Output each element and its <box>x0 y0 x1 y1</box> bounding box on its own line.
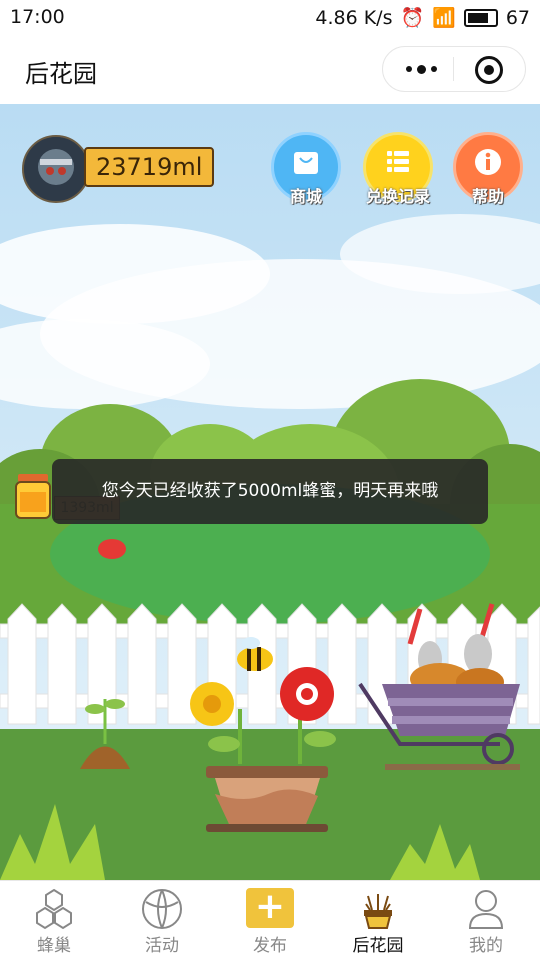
plant-pot-icon <box>364 894 392 929</box>
status-time: 17:00 <box>10 6 65 28</box>
info-icon <box>475 149 501 175</box>
help-button[interactable]: 帮助 <box>453 132 523 206</box>
close-miniprogram-button[interactable] <box>475 56 503 84</box>
avatar[interactable] <box>22 135 90 203</box>
list-icon <box>387 151 409 172</box>
battery-icon <box>463 8 498 27</box>
jar-icon <box>15 474 51 519</box>
more-menu-button[interactable] <box>401 54 441 84</box>
tab-mine-label: 我的 <box>469 936 503 956</box>
status-icons: 4.86 K/s ⏰ 📶 67 <box>315 6 530 30</box>
honey-jar[interactable] <box>14 474 52 520</box>
plus-icon: + <box>246 888 294 928</box>
help-label: 帮助 <box>471 187 504 206</box>
shop-label: 商城 <box>289 187 322 206</box>
network-speed: 4.86 K/s <box>315 6 393 29</box>
honey-total-badge: 23719ml <box>84 147 215 187</box>
page-title: 后花园 <box>25 60 97 88</box>
ball-icon <box>142 889 182 929</box>
tab-hive[interactable]: 蜂巢 <box>0 881 108 961</box>
tab-activity-label: 活动 <box>145 936 179 956</box>
tab-post-label: 发布 <box>253 936 287 956</box>
status-bar: 17:00 4.86 K/s ⏰ 📶 67 <box>0 0 540 34</box>
nav-bar: 后花园 <box>0 34 540 104</box>
user-icon <box>468 890 504 929</box>
tab-garden-label: 后花园 <box>352 936 404 956</box>
capsule-divider <box>453 57 454 81</box>
battery-level: 67 <box>505 6 530 29</box>
wifi-icon: 📶 <box>432 7 456 29</box>
alarm-icon: ⏰ <box>400 7 425 29</box>
tab-activity[interactable]: 活动 <box>108 881 216 961</box>
shop-button[interactable]: 商城 <box>271 132 341 206</box>
tab-hive-label: 蜂巢 <box>37 936 71 956</box>
tab-mine[interactable]: 我的 <box>432 881 540 961</box>
toast-message: 您今天已经收获了5000ml蜂蜜，明天再来哦 <box>52 459 488 524</box>
exchange-record-label: 兑换记录 <box>365 187 430 206</box>
mini-program-capsule <box>382 46 526 92</box>
honeycomb-icon <box>36 888 72 930</box>
exchange-record-button[interactable]: 兑换记录 <box>363 132 433 206</box>
bag-icon <box>294 152 318 174</box>
bottom-tab-bar: 蜂巢 活动 + 发布 后花园 我的 <box>0 880 540 961</box>
tab-garden[interactable]: 后花园 <box>324 881 432 961</box>
tab-post[interactable]: + 发布 <box>216 881 324 961</box>
